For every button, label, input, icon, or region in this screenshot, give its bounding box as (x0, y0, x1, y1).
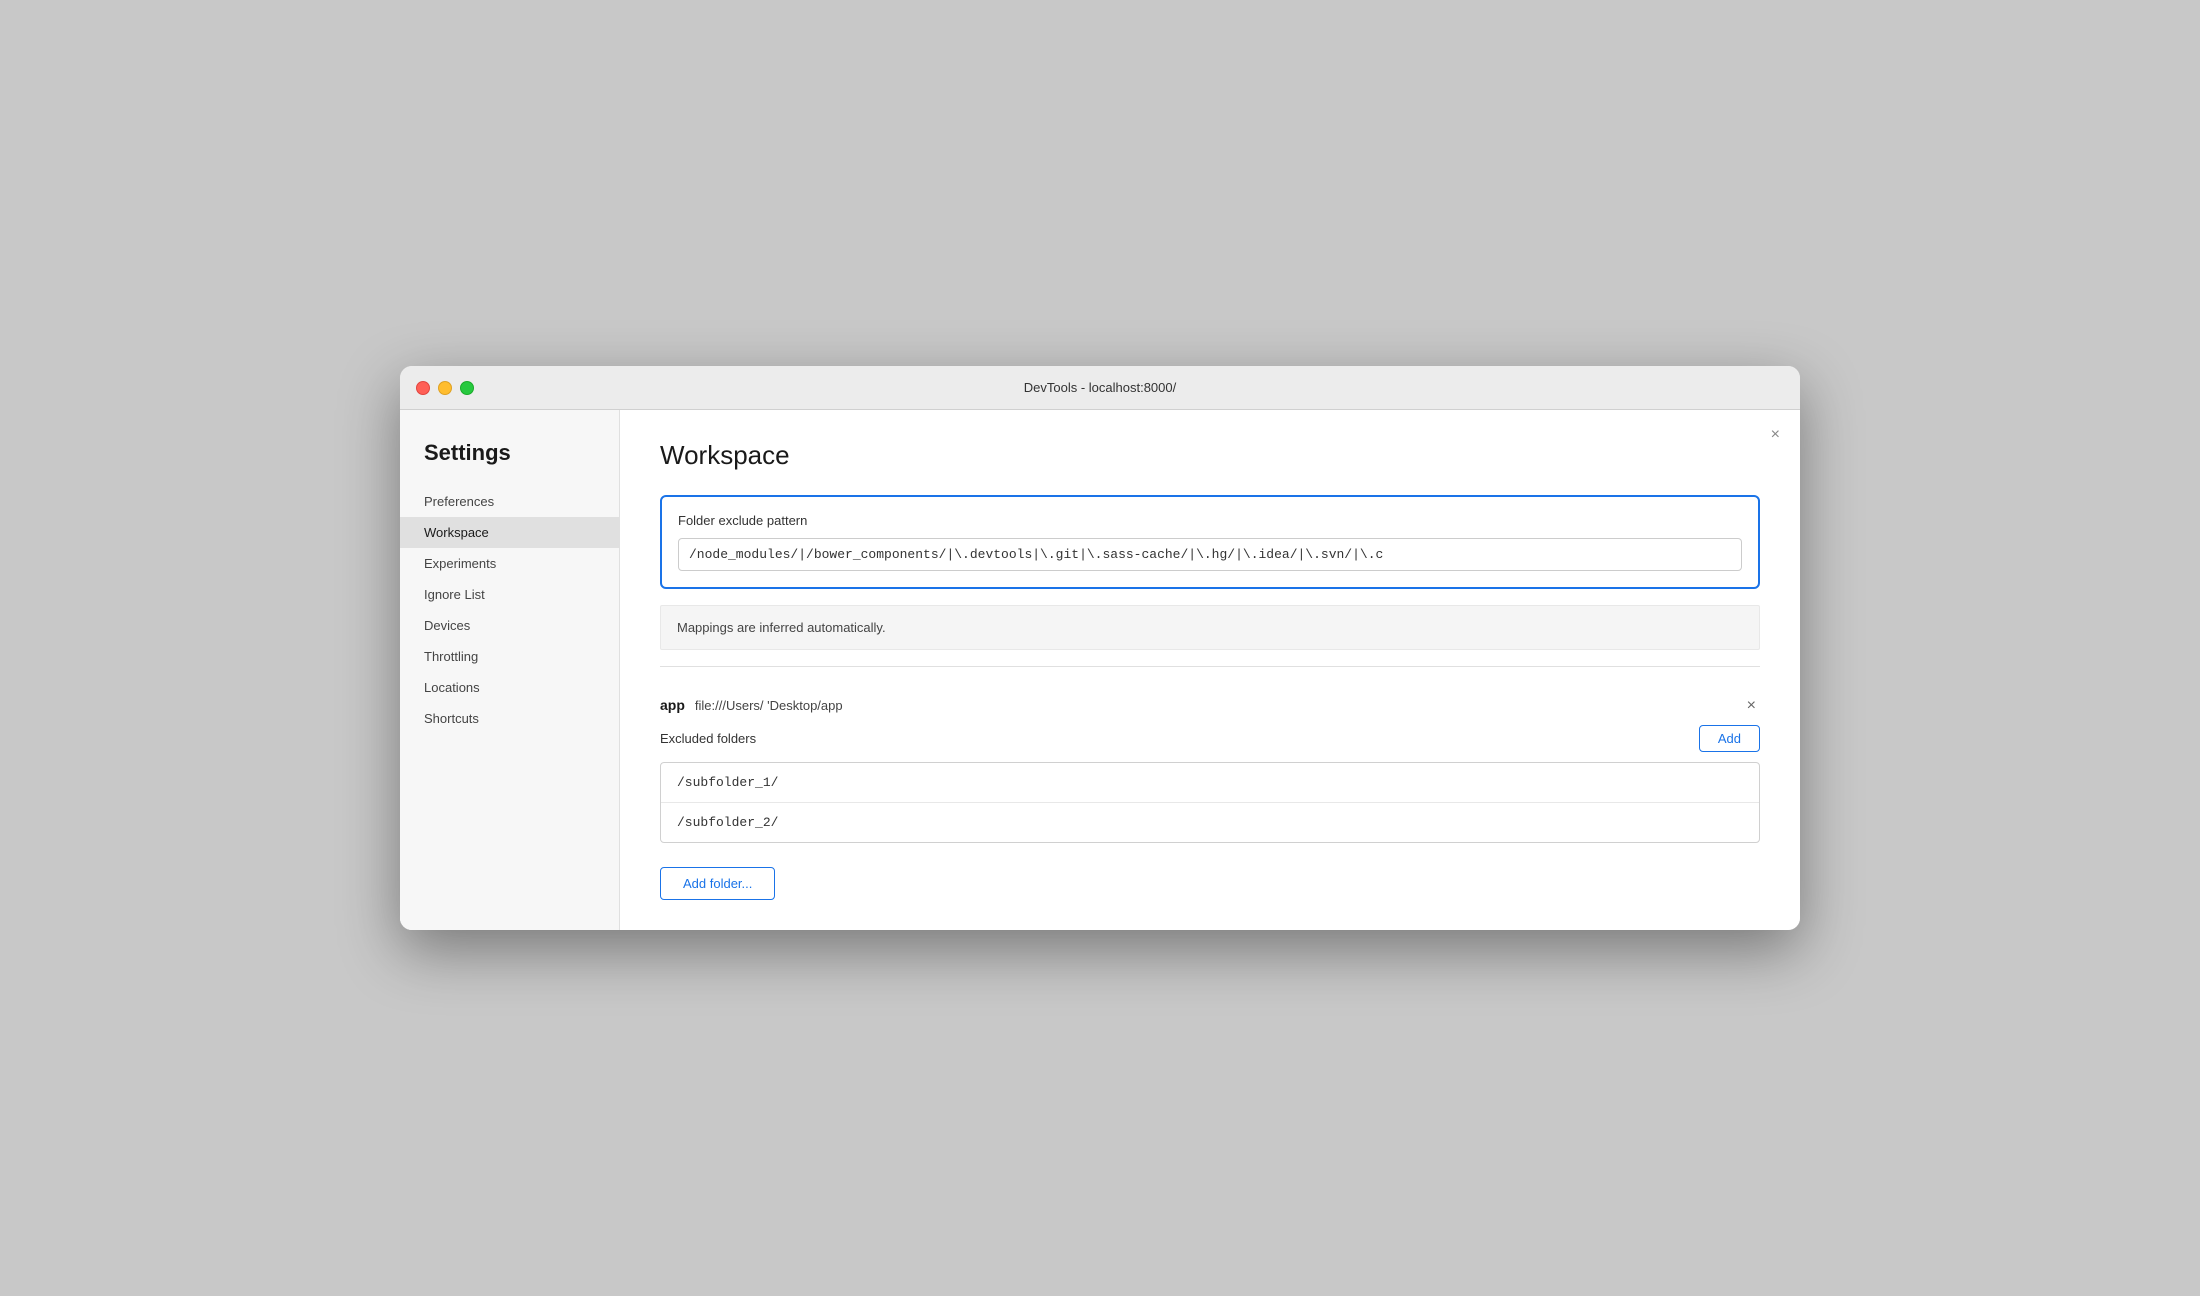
mappings-info-bar: Mappings are inferred automatically. (660, 605, 1760, 650)
titlebar: DevTools - localhost:8000/ (400, 366, 1800, 410)
add-excluded-folder-button[interactable]: Add (1699, 725, 1760, 752)
close-button[interactable] (416, 381, 430, 395)
workspace-entry: app file:///Users/ 'Desktop/app × (660, 683, 1760, 725)
traffic-lights (416, 381, 474, 395)
add-folder-button[interactable]: Add folder... (660, 867, 775, 900)
sidebar-item-workspace[interactable]: Workspace (400, 517, 619, 548)
sidebar-item-preferences[interactable]: Preferences (400, 486, 619, 517)
sidebar-item-locations[interactable]: Locations (400, 672, 619, 703)
maximize-button[interactable] (460, 381, 474, 395)
excluded-folders-label: Excluded folders (660, 731, 756, 746)
sidebar-item-devices[interactable]: Devices (400, 610, 619, 641)
section-divider-1 (660, 666, 1760, 667)
minimize-button[interactable] (438, 381, 452, 395)
list-item: /subfolder_1/ (661, 763, 1759, 803)
excluded-folders-row: Excluded folders Add (660, 725, 1760, 752)
sidebar: Settings Preferences Workspace Experimen… (400, 410, 620, 930)
workspace-entry-left: app file:///Users/ 'Desktop/app (660, 697, 843, 713)
folder-exclude-input[interactable] (678, 538, 1742, 571)
mappings-text: Mappings are inferred automatically. (677, 620, 886, 635)
sidebar-item-shortcuts[interactable]: Shortcuts (400, 703, 619, 734)
workspace-remove-button[interactable]: × (1743, 697, 1760, 715)
page-title: Workspace (660, 440, 1760, 471)
excluded-folders-list: /subfolder_1/ /subfolder_2/ (660, 762, 1760, 843)
sidebar-item-ignore-list[interactable]: Ignore List (400, 579, 619, 610)
dialog-close-button[interactable]: × (1771, 426, 1780, 444)
list-item: /subfolder_2/ (661, 803, 1759, 842)
sidebar-item-throttling[interactable]: Throttling (400, 641, 619, 672)
main-content: × Workspace Folder exclude pattern Mappi… (620, 410, 1800, 930)
folder-exclude-label: Folder exclude pattern (678, 513, 1742, 528)
workspace-path: file:///Users/ 'Desktop/app (695, 698, 843, 713)
devtools-window: DevTools - localhost:8000/ Settings Pref… (400, 366, 1800, 930)
sidebar-heading: Settings (400, 430, 619, 486)
workspace-name: app (660, 697, 685, 713)
folder-exclude-section: Folder exclude pattern (660, 495, 1760, 589)
window-body: Settings Preferences Workspace Experimen… (400, 410, 1800, 930)
sidebar-item-experiments[interactable]: Experiments (400, 548, 619, 579)
window-title: DevTools - localhost:8000/ (1024, 380, 1176, 395)
